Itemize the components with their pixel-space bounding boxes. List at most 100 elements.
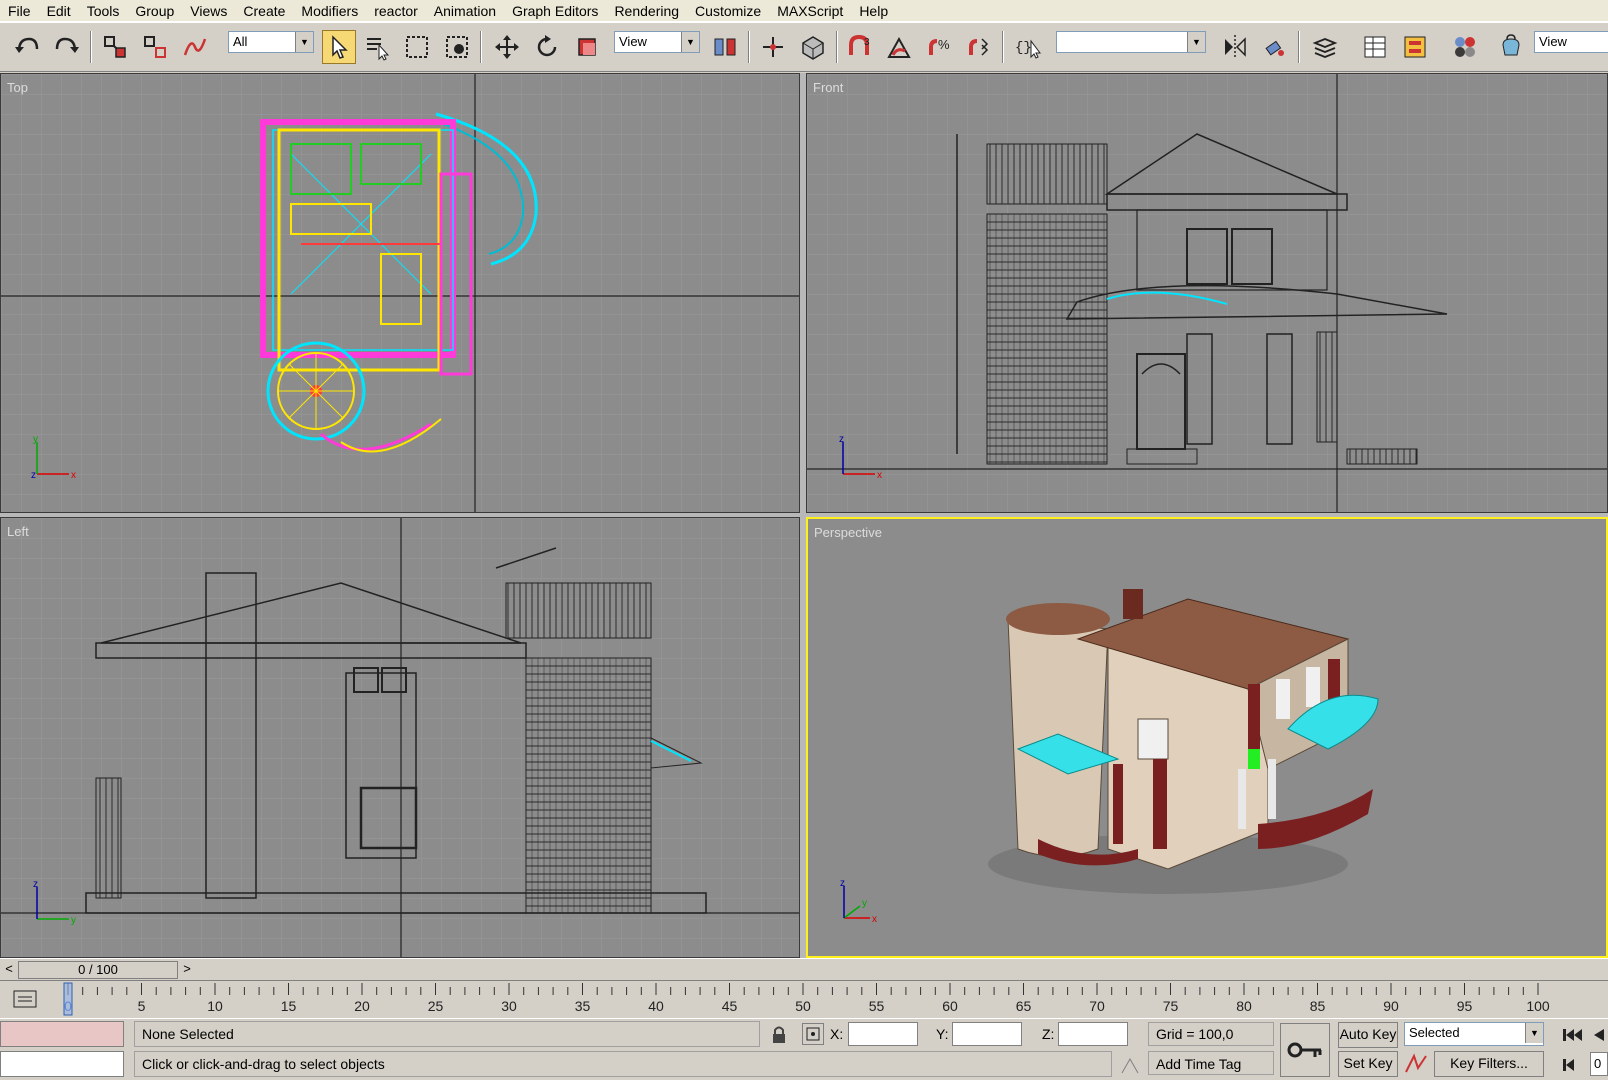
svg-text:z: z (839, 434, 844, 445)
current-frame-marker[interactable] (63, 982, 73, 1016)
select-object-icon[interactable] (322, 30, 356, 64)
z-coordinate-field[interactable] (1058, 1022, 1128, 1046)
main-toolbar: All ▼ View ▼ 3 % {} ▼ View (0, 22, 1608, 72)
edit-named-selection-icon[interactable]: {} (1010, 30, 1044, 64)
curve-editor-icon[interactable] (1358, 30, 1392, 64)
viewport-top[interactable]: Top x y z (0, 73, 800, 513)
select-by-name-icon[interactable] (360, 30, 394, 64)
menu-file[interactable]: File (0, 1, 39, 21)
track-tick-label: 100 (1526, 998, 1550, 1014)
render-scene-icon[interactable] (1494, 30, 1528, 64)
viewport-perspective[interactable]: Perspective xy z (806, 517, 1608, 958)
svg-text:%: % (938, 37, 950, 52)
selection-filter-value: All (233, 34, 248, 49)
maxscript-listener-mini-white[interactable] (0, 1051, 124, 1077)
track-tick-label: 10 (207, 998, 223, 1014)
bind-to-space-warp-icon[interactable] (178, 30, 212, 64)
undo-icon[interactable] (10, 30, 44, 64)
material-editor-icon[interactable] (1448, 30, 1482, 64)
menu-create[interactable]: Create (235, 1, 293, 21)
mirror-icon[interactable] (1218, 30, 1252, 64)
y-coordinate-field[interactable] (952, 1022, 1022, 1046)
svg-text:y: y (71, 915, 76, 926)
track-tick-label: 20 (354, 998, 370, 1014)
chevron-down-icon: ▼ (1525, 1023, 1543, 1043)
menu-graph-editors[interactable]: Graph Editors (504, 1, 606, 21)
add-time-tag-label: Add Time Tag (1156, 1056, 1242, 1072)
track-tick-label: 95 (1457, 998, 1473, 1014)
prompt-line-text: Click or click-and-drag to select object… (142, 1056, 385, 1072)
time-slider-value: 0 / 100 (78, 962, 118, 977)
absolute-mode-transform-icon[interactable] (802, 1023, 824, 1045)
track-bar-ticks: 0510152025303540455055606570758085909510… (63, 982, 1550, 1016)
key-mode-value: Selected (1409, 1025, 1460, 1040)
select-and-move-icon[interactable] (490, 30, 524, 64)
svg-text:z: z (840, 878, 845, 889)
svg-text:z: z (31, 470, 36, 481)
key-mode-toggle-icon[interactable] (1560, 1055, 1586, 1075)
set-key-toggle-button[interactable] (1280, 1023, 1330, 1077)
key-mode-dropdown[interactable]: Selected ▼ (1404, 1022, 1544, 1046)
time-slider-next-button[interactable]: > (178, 961, 196, 979)
viewport-left[interactable]: Left yz (0, 517, 800, 958)
window-crossing-icon[interactable] (440, 30, 474, 64)
rectangular-selection-region-icon[interactable] (400, 30, 434, 64)
viewport-front[interactable]: Front xz (806, 73, 1608, 513)
key-filters-button[interactable]: Key Filters... (1434, 1051, 1544, 1077)
track-bar[interactable]: 0510152025303540455055606570758085909510… (0, 980, 1608, 1018)
menu-maxscript[interactable]: MAXScript (769, 1, 851, 21)
menu-views[interactable]: Views (182, 1, 235, 21)
current-frame-field[interactable]: 0 (1590, 1052, 1608, 1076)
time-slider-bar: < 0 / 100 > (0, 958, 1608, 980)
left-view-drawing (1, 518, 799, 957)
select-and-link-icon[interactable] (98, 30, 132, 64)
angle-snap-icon[interactable] (882, 30, 916, 64)
x-coordinate-label: X: (830, 1026, 844, 1042)
lock-selection-icon[interactable] (770, 1025, 788, 1045)
layer-manager-icon[interactable] (1308, 30, 1342, 64)
menu-animation[interactable]: Animation (426, 1, 504, 21)
menu-tools[interactable]: Tools (79, 1, 128, 21)
set-key-button[interactable]: Set Key (1338, 1051, 1398, 1077)
front-view-drawing (807, 74, 1607, 512)
menu-help[interactable]: Help (851, 1, 896, 21)
x-coordinate-field[interactable] (848, 1022, 918, 1046)
redo-icon[interactable] (50, 30, 84, 64)
grid-size-text: Grid = 100,0 (1156, 1026, 1234, 1042)
go-to-start-icon[interactable] (1560, 1025, 1586, 1045)
reference-coordinate-dropdown[interactable]: View ▼ (614, 31, 700, 53)
time-slider-prev-button[interactable]: < (0, 961, 18, 979)
menu-reactor[interactable]: reactor (366, 1, 426, 21)
unlink-selection-icon[interactable] (138, 30, 172, 64)
select-and-scale-icon[interactable] (570, 30, 604, 64)
select-and-rotate-icon[interactable] (530, 30, 564, 64)
menu-rendering[interactable]: Rendering (606, 1, 687, 21)
auto-key-button[interactable]: Auto Key (1338, 1022, 1398, 1048)
use-pivot-center-icon[interactable] (708, 30, 742, 64)
align-icon[interactable] (1258, 30, 1292, 64)
time-slider[interactable]: 0 / 100 (18, 961, 178, 979)
render-type-dropdown[interactable]: View (1534, 31, 1608, 53)
menu-group[interactable]: Group (127, 1, 182, 21)
previous-frame-icon[interactable] (1590, 1025, 1608, 1045)
snaps-toggle-icon[interactable]: 3 (842, 30, 876, 64)
track-tick-label: 65 (1016, 998, 1032, 1014)
menu-bar: File Edit Tools Group Views Create Modifiers re… (0, 0, 1608, 22)
track-tick-label: 35 (575, 998, 591, 1014)
named-selection-dropdown[interactable]: ▼ (1056, 31, 1206, 53)
select-and-manipulate-icon[interactable] (756, 30, 790, 64)
spinner-snap-icon[interactable] (962, 30, 996, 64)
menu-modifiers[interactable]: Modifiers (293, 1, 366, 21)
track-tick-label: 55 (869, 998, 885, 1014)
keyboard-shortcut-override-icon[interactable] (796, 30, 830, 64)
menu-customize[interactable]: Customize (687, 1, 769, 21)
default-tangent-icon[interactable] (1404, 1052, 1430, 1076)
schematic-view-icon[interactable] (1398, 30, 1432, 64)
svg-text:x: x (877, 470, 882, 481)
chevron-down-icon: ▼ (1187, 32, 1205, 52)
track-tick-label: 85 (1310, 998, 1326, 1014)
menu-edit[interactable]: Edit (39, 1, 79, 21)
percent-snap-icon[interactable]: % (922, 30, 956, 64)
selection-filter-dropdown[interactable]: All ▼ (228, 31, 314, 53)
maxscript-listener-mini-pink[interactable] (0, 1021, 124, 1047)
